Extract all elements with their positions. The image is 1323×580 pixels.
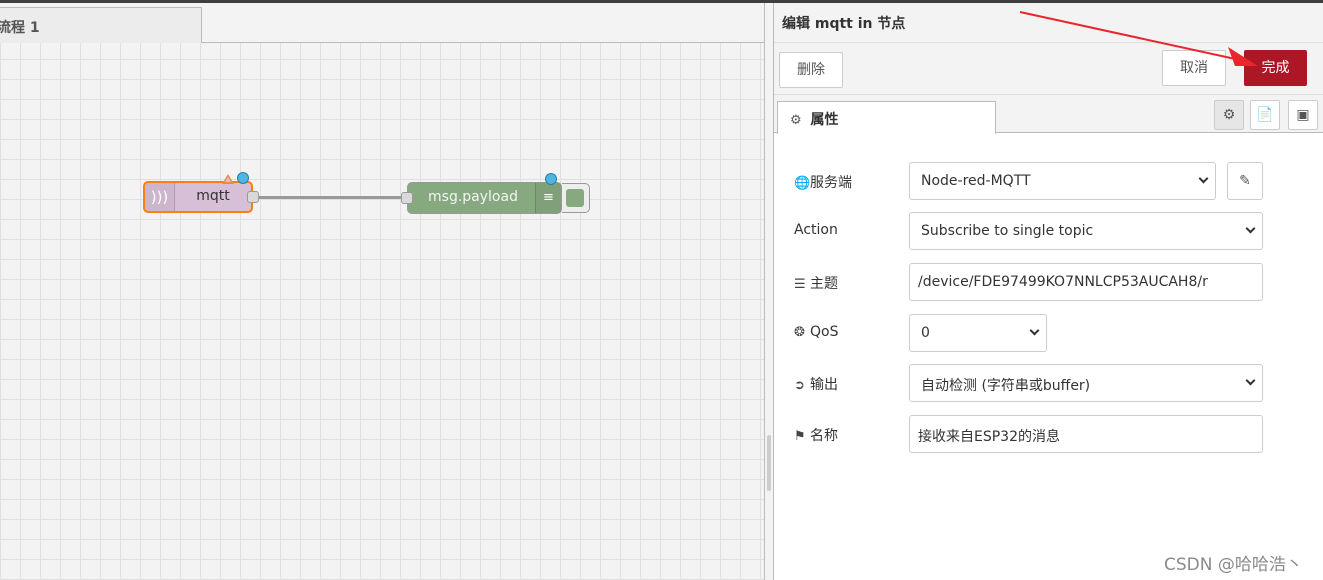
splitter-grip[interactable] [767, 435, 771, 491]
topic-value: /device/FDE97499KO7NNLCP53AUCAH8/r [918, 274, 1208, 290]
edit-server-button[interactable]: ✎ [1227, 162, 1263, 200]
tab-properties[interactable]: ⚙ 属性 [777, 101, 996, 134]
qos-value: 0 [921, 325, 930, 341]
chevron-down-icon [1198, 173, 1209, 184]
tag-icon: ⚑ [794, 429, 806, 444]
action-select[interactable]: Subscribe to single topic [909, 212, 1263, 250]
workspace-tabbar: 流程 1 [0, 3, 764, 44]
debug-node[interactable]: msg.payload ≡ [401, 173, 562, 214]
description-tab-icon[interactable]: 📄 [1250, 100, 1280, 130]
action-label: Action [794, 222, 838, 238]
flow-canvas[interactable]: ))) mqtt msg.payload ≡ [0, 43, 764, 580]
debug-toggle-button[interactable] [562, 183, 590, 213]
output-value: 自动检测 (字符串或buffer) [921, 378, 1091, 394]
name-value: 接收来自ESP32的消息 [918, 429, 1060, 445]
tab-flow-1[interactable]: 流程 1 [0, 7, 202, 44]
watermark: CSDN @哈哈浩丶 [1164, 555, 1303, 575]
tray-tabs: ⚙ 属性 ⚙ 📄 ▣ [774, 95, 1323, 134]
mqtt-in-node[interactable]: ))) mqtt [143, 172, 259, 213]
name-row: ⚑ 名称 接收来自ESP32的消息 [774, 415, 1323, 453]
tab-properties-label: 属性 [810, 112, 839, 128]
sign-out-icon: ➲ [794, 378, 805, 393]
changed-indicator-icon [545, 173, 557, 185]
server-select[interactable]: Node-red-MQTT [909, 162, 1216, 200]
pencil-icon: ✎ [1239, 173, 1251, 189]
bridge-icon: ))) [145, 183, 175, 211]
output-port[interactable] [247, 191, 259, 203]
debug-node-label: msg.payload [428, 189, 518, 205]
qos-select[interactable]: 0 [909, 314, 1047, 352]
edit-tray: 编辑 mqtt in 节点 删除 取消 完成 ⚙ 属性 ⚙ 📄 ▣ 🌐服务端 N… [774, 3, 1323, 580]
topic-label-text: 主题 [810, 276, 838, 292]
output-label-text: 输出 [810, 377, 838, 393]
delete-button[interactable]: 删除 [779, 52, 843, 88]
appearance-tab-icon[interactable]: ▣ [1288, 100, 1318, 130]
gear-icon: ⚙ [790, 113, 802, 128]
debug-toggle-indicator [566, 189, 584, 207]
chevron-down-icon [1245, 375, 1256, 386]
server-label-text: 服务端 [810, 175, 852, 191]
changed-indicator-icon [237, 172, 249, 184]
tray-title: 编辑 mqtt in 节点 [782, 16, 906, 32]
chevron-down-icon [1245, 223, 1256, 234]
cancel-button[interactable]: 取消 [1162, 50, 1226, 86]
qos-label: ❂ QoS [794, 324, 838, 340]
action-row: Action Subscribe to single topic [774, 212, 1323, 250]
tray-header: 编辑 mqtt in 节点 [774, 3, 1323, 43]
flow-tab-label: 流程 1 [0, 20, 40, 36]
output-label: ➲ 输出 [794, 374, 838, 394]
settings-tab-icon[interactable]: ⚙ [1214, 100, 1244, 130]
topic-input[interactable]: /device/FDE97499KO7NNLCP53AUCAH8/r [909, 263, 1263, 301]
server-value: Node-red-MQTT [921, 173, 1031, 189]
server-label: 🌐服务端 [794, 172, 852, 192]
list-icon: ≡ [535, 183, 561, 213]
properties-form: 🌐服务端 Node-red-MQTT ✎ Action Subscribe to… [774, 133, 1323, 580]
tray-toolbar: 删除 取消 完成 [774, 43, 1323, 95]
empire-icon: ❂ [794, 325, 805, 340]
output-select[interactable]: 自动检测 (字符串或buffer) [909, 364, 1263, 402]
action-value: Subscribe to single topic [921, 223, 1094, 239]
chevron-down-icon [1029, 325, 1040, 336]
name-input[interactable]: 接收来自ESP32的消息 [909, 415, 1263, 453]
wire[interactable] [258, 196, 406, 199]
name-label: ⚑ 名称 [794, 425, 838, 445]
warning-triangle-icon [222, 174, 234, 184]
done-button[interactable]: 完成 [1244, 50, 1307, 86]
qos-label-text: QoS [810, 324, 839, 340]
name-label-text: 名称 [810, 428, 838, 444]
topic-row: ☰ 主题 /device/FDE97499KO7NNLCP53AUCAH8/r [774, 263, 1323, 301]
output-row: ➲ 输出 自动检测 (字符串或buffer) [774, 364, 1323, 402]
globe-icon: 🌐 [794, 176, 811, 191]
tasks-icon: ☰ [794, 277, 806, 292]
topic-label: ☰ 主题 [794, 273, 838, 293]
panel-splitter[interactable] [764, 3, 774, 580]
server-row: 🌐服务端 Node-red-MQTT ✎ [774, 162, 1323, 200]
workspace: 流程 1 ))) mqtt msg.payload ≡ [0, 3, 764, 580]
mqtt-node-label: mqtt [196, 188, 230, 204]
qos-row: ❂ QoS 0 [774, 314, 1323, 352]
